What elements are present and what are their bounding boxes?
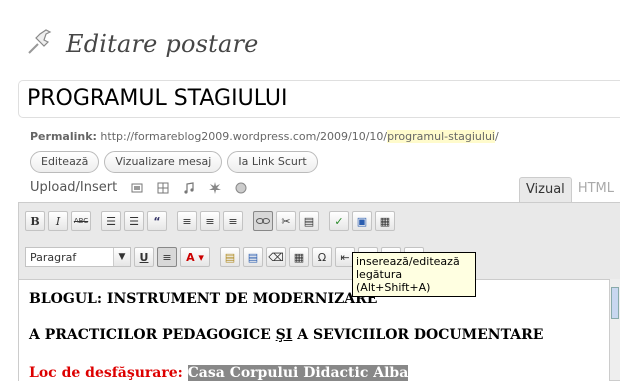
- edit-permalink-button[interactable]: Editează: [30, 151, 100, 173]
- content-line-3: Loc de desfăşurare: Casa Corpului Didact…: [29, 365, 409, 381]
- blockquote-button[interactable]: “: [147, 211, 167, 231]
- get-shortlink-button[interactable]: Ia Link Scurt: [227, 151, 318, 173]
- editor-scrollbar[interactable]: [609, 279, 620, 380]
- remove-format-button[interactable]: ⌫: [266, 247, 286, 267]
- editor-tabs: Vizual HTML: [518, 177, 620, 202]
- chevron-down-icon: ▼: [113, 248, 130, 266]
- media-button[interactable]: ▦: [289, 247, 309, 267]
- tab-visual[interactable]: Vizual: [518, 177, 572, 202]
- underline-button[interactable]: U: [134, 247, 154, 267]
- permalink-label: Permalink:: [30, 130, 97, 143]
- post-title-field[interactable]: [18, 80, 620, 118]
- add-video-icon[interactable]: [157, 182, 169, 194]
- view-post-button[interactable]: Vizualizare mesaj: [104, 151, 223, 173]
- page-heading: Editare postare: [24, 24, 259, 64]
- paste-word-button[interactable]: ▤: [243, 247, 263, 267]
- editor-content[interactable]: BLOGUL: INSTRUMENT DE MODERNIZARE A PRAC…: [19, 279, 609, 381]
- unlink-button[interactable]: ✂: [276, 211, 296, 231]
- spellcheck-button[interactable]: ✓: [329, 211, 349, 231]
- align-left-button[interactable]: ≡: [177, 211, 197, 231]
- page-title: Editare postare: [66, 30, 259, 58]
- align-center-button[interactable]: ≡: [200, 211, 220, 231]
- justify-button[interactable]: ≡: [157, 247, 177, 267]
- permalink-url-end: /: [494, 130, 499, 143]
- content-line-2a: A PRACTICILOR PEDAGOGICE: [29, 327, 276, 343]
- editor: B I ABC ☰ ☰ “ ≡ ≡ ≡ ✂ ▤ ✓ ▣ ▦ Paragraf ▼…: [18, 202, 620, 381]
- add-audio-icon[interactable]: [183, 181, 195, 194]
- italic-button[interactable]: I: [48, 211, 68, 231]
- upload-insert-row: Upload/Insert: [30, 180, 247, 195]
- toolbar-row-1: B I ABC ☰ ☰ “ ≡ ≡ ≡ ✂ ▤ ✓ ▣ ▦: [25, 211, 395, 231]
- add-media-icon[interactable]: [209, 181, 222, 194]
- link-button[interactable]: [253, 211, 273, 231]
- content-line-2b: A SEVICIILOR DOCUMENTARE: [292, 327, 544, 343]
- permalink-buttons: Editează Vizualizare mesaj Ia Link Scurt: [30, 151, 318, 173]
- add-poll-icon[interactable]: [235, 182, 247, 194]
- align-right-button[interactable]: ≡: [223, 211, 243, 231]
- post-title-input[interactable]: [19, 81, 607, 115]
- scrollbar-thumb[interactable]: [611, 287, 619, 319]
- content-line-2-si: ŞI: [275, 327, 293, 343]
- bullet-list-button[interactable]: ☰: [101, 211, 121, 231]
- numbered-list-button[interactable]: ☰: [124, 211, 144, 231]
- format-select[interactable]: Paragraf ▼: [25, 247, 131, 267]
- location-value: Casa Corpului Didactic Alba: [187, 365, 409, 381]
- special-char-button[interactable]: Ω: [312, 247, 332, 267]
- content-line-1: BLOGUL: INSTRUMENT DE MODERNIZARE: [29, 291, 378, 307]
- permalink-url-base: http://formareblog2009.wordpress.com/200…: [100, 130, 388, 143]
- location-label: Loc de desfăşurare:: [29, 365, 183, 381]
- content-line-2: A PRACTICILOR PEDAGOGICE ŞI A SEVICIILOR…: [29, 327, 543, 343]
- strikethrough-button[interactable]: ABC: [71, 211, 91, 231]
- more-tag-button[interactable]: ▤: [299, 211, 319, 231]
- pushpin-icon: [24, 26, 56, 62]
- upload-insert-label: Upload/Insert: [30, 180, 118, 195]
- link-tooltip: inserează/editează legătura (Alt+Shift+A…: [352, 252, 476, 297]
- paste-text-button[interactable]: ▤: [220, 247, 240, 267]
- format-select-value: Paragraf: [30, 250, 77, 264]
- add-image-icon[interactable]: [131, 182, 143, 194]
- permalink-slug[interactable]: programul-stagiului: [387, 130, 495, 143]
- kitchen-sink-button[interactable]: ▦: [375, 211, 395, 231]
- text-color-button[interactable]: A ▾: [180, 247, 210, 267]
- bold-button[interactable]: B: [25, 211, 45, 231]
- fullscreen-button[interactable]: ▣: [352, 211, 372, 231]
- permalink-line: Permalink: http://formareblog2009.wordpr…: [30, 130, 499, 143]
- tab-html[interactable]: HTML: [571, 177, 620, 201]
